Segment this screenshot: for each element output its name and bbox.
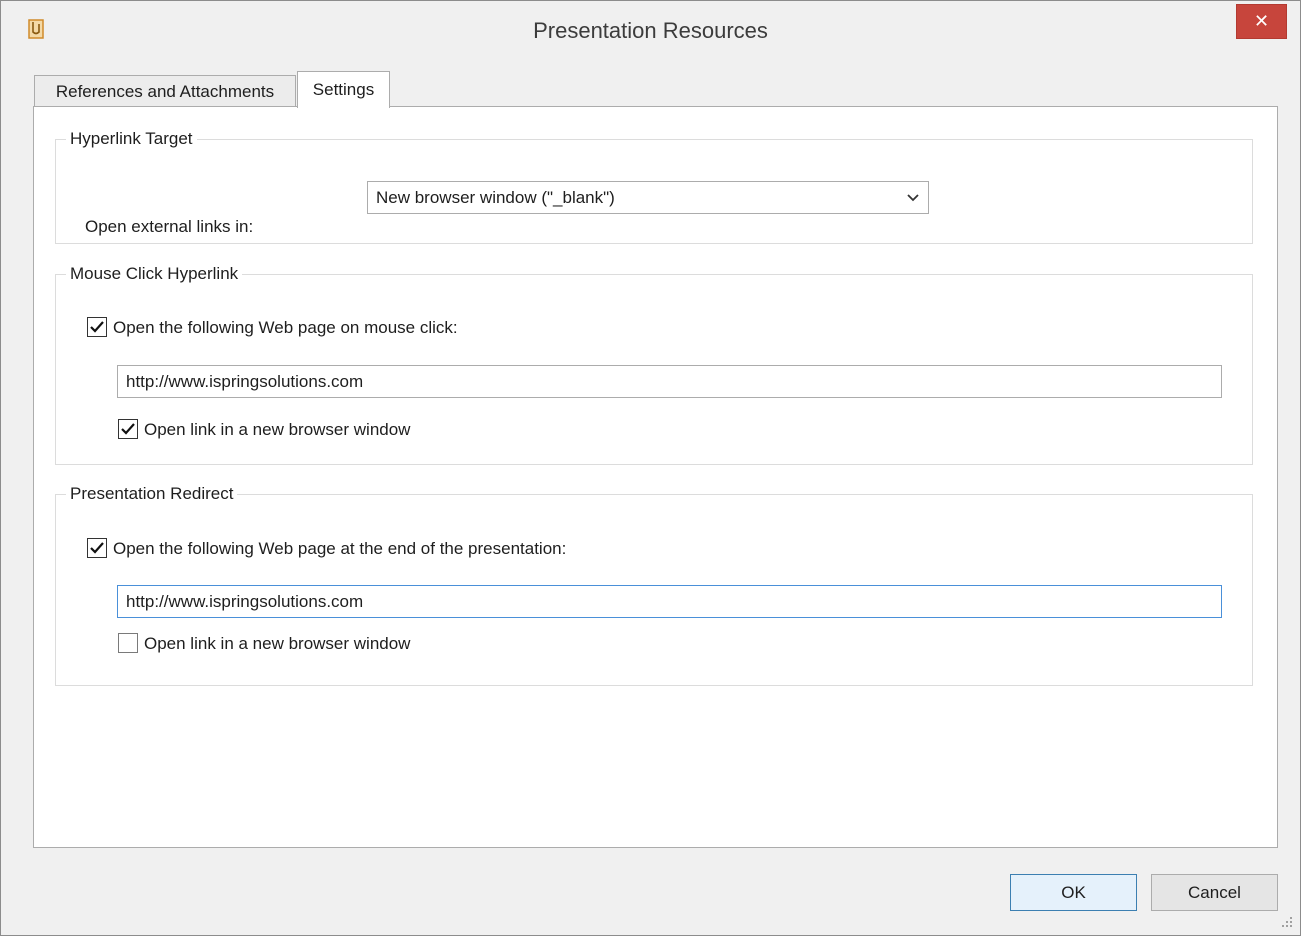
tab-settings[interactable]: Settings bbox=[297, 71, 390, 108]
tab-references-and-attachments[interactable]: References and Attachments bbox=[34, 75, 296, 107]
close-icon: ✕ bbox=[1253, 11, 1270, 32]
select-value: New browser window ("_blank") bbox=[376, 187, 615, 207]
open-page-at-end-checkbox[interactable] bbox=[87, 538, 107, 558]
presentation-redirect-group: Presentation Redirect Open the following… bbox=[55, 484, 1253, 686]
mouse-click-url-input[interactable]: http://www.ispringsolutions.com bbox=[117, 365, 1222, 398]
chevron-down-icon bbox=[907, 194, 919, 202]
close-button[interactable]: ✕ bbox=[1236, 4, 1287, 39]
settings-panel: Hyperlink Target Open external links in:… bbox=[33, 106, 1278, 848]
tab-label: Settings bbox=[312, 80, 375, 99]
mouse-click-new-window-checkbox[interactable] bbox=[118, 419, 138, 439]
dialog-window: Presentation Resources ✕ References and … bbox=[0, 0, 1301, 936]
cancel-button[interactable]: Cancel bbox=[1151, 874, 1278, 911]
checkmark-icon bbox=[121, 423, 135, 435]
url-value: http://www.ispringsolutions.com bbox=[126, 371, 364, 391]
redirect-new-window-label: Open link in a new browser window bbox=[144, 634, 411, 653]
open-page-at-end-label: Open the following Web page at the end o… bbox=[113, 539, 567, 558]
title-bar: Presentation Resources ✕ bbox=[1, 1, 1300, 63]
ok-button[interactable]: OK bbox=[1010, 874, 1137, 911]
group-title: Mouse Click Hyperlink bbox=[66, 264, 243, 284]
mouse-click-new-window-label: Open link in a new browser window bbox=[144, 420, 411, 439]
open-page-on-click-label: Open the following Web page on mouse cli… bbox=[113, 318, 458, 337]
window-title: Presentation Resources bbox=[533, 18, 768, 43]
group-title: Hyperlink Target bbox=[66, 129, 197, 149]
button-label: Cancel bbox=[1188, 882, 1241, 902]
redirect-url-input[interactable]: http://www.ispringsolutions.com bbox=[117, 585, 1222, 618]
mouse-click-hyperlink-group: Mouse Click Hyperlink Open the following… bbox=[55, 264, 1253, 465]
redirect-new-window-checkbox[interactable] bbox=[118, 633, 138, 653]
button-label: OK bbox=[1061, 882, 1086, 902]
tab-label: References and Attachments bbox=[55, 81, 275, 101]
resize-grip-icon[interactable] bbox=[1280, 915, 1294, 929]
open-links-label: Open external links in: bbox=[85, 217, 254, 236]
link-target-select[interactable]: New browser window ("_blank") bbox=[367, 181, 929, 214]
checkmark-icon bbox=[90, 542, 104, 554]
hyperlink-target-group: Hyperlink Target Open external links in:… bbox=[55, 129, 1253, 244]
open-page-on-click-checkbox[interactable] bbox=[87, 317, 107, 337]
checkmark-icon bbox=[90, 321, 104, 333]
url-value: http://www.ispringsolutions.com bbox=[126, 591, 364, 611]
group-title: Presentation Redirect bbox=[66, 484, 238, 504]
